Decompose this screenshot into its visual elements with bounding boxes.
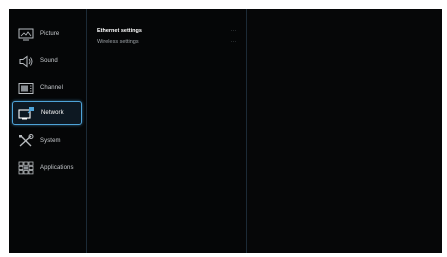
sidebar-item-label: Applications [40, 165, 74, 171]
sidebar-item-label: Network [41, 110, 64, 116]
speaker-icon [16, 53, 36, 69]
sidebar-item-sound[interactable]: Sound [12, 49, 82, 73]
wireless-settings-item[interactable]: Wireless settings ··· [97, 37, 237, 46]
detail-panel [247, 9, 442, 253]
network-submenu: Ethernet settings ··· Wireless settings … [87, 9, 247, 253]
screenshot-frame: Picture Sound Channel Network System App… [0, 0, 447, 257]
network-icon [17, 105, 37, 121]
sidebar-item-channel[interactable]: Channel [12, 76, 82, 100]
more-icon: ··· [230, 27, 237, 34]
submenu-item-label: Wireless settings [97, 38, 139, 45]
sidebar-item-picture[interactable]: Picture [12, 22, 82, 46]
channel-icon [16, 80, 36, 96]
tools-icon [16, 133, 36, 149]
more-icon: ··· [230, 38, 237, 45]
sidebar-item-applications[interactable]: Applications [12, 156, 82, 180]
settings-screen: Picture Sound Channel Network System App… [9, 9, 442, 253]
sidebar-item-label: Picture [40, 31, 60, 37]
sidebar-item-label: Sound [40, 58, 58, 64]
sidebar-item-label: System [40, 138, 61, 144]
ethernet-settings-item[interactable]: Ethernet settings ··· [97, 26, 237, 35]
sidebar-item-network[interactable]: Network [12, 101, 82, 125]
submenu-item-label: Ethernet settings [97, 27, 142, 34]
applications-icon [16, 160, 36, 176]
sidebar-item-label: Channel [40, 85, 64, 91]
settings-sidebar: Picture Sound Channel Network System App… [9, 9, 87, 253]
picture-icon [16, 26, 36, 42]
sidebar-item-system[interactable]: System [12, 129, 82, 153]
